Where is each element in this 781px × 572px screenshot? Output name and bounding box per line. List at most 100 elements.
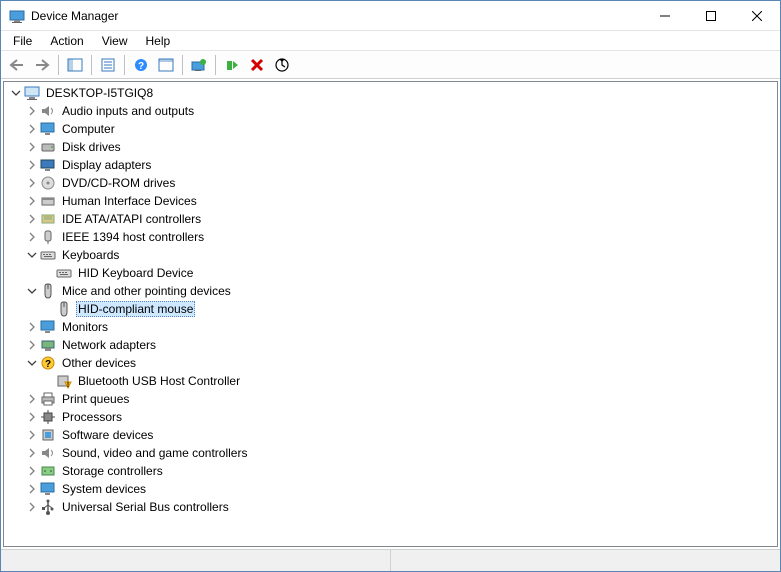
toolbar-separator <box>182 55 183 75</box>
collapsed-icon[interactable] <box>24 499 40 515</box>
tree-node-hid[interactable]: Human Interface Devices <box>4 192 777 210</box>
collapsed-icon[interactable] <box>24 139 40 155</box>
collapsed-icon[interactable] <box>24 481 40 497</box>
status-pane <box>1 550 391 571</box>
storage-controller-icon <box>40 463 56 479</box>
tree-node-keyboards[interactable]: Keyboards <box>4 246 777 264</box>
minimize-button[interactable] <box>642 1 688 31</box>
tree-label: Display adapters <box>60 158 153 172</box>
collapsed-icon[interactable] <box>24 445 40 461</box>
menubar: File Action View Help <box>1 31 780 51</box>
tree-node-mice[interactable]: Mice and other pointing devices <box>4 282 777 300</box>
toolbar-action-button[interactable] <box>154 54 178 76</box>
tree-node-processors[interactable]: Processors <box>4 408 777 426</box>
tree-node-hid-mouse[interactable]: HID-compliant mouse <box>4 300 777 318</box>
collapsed-icon[interactable] <box>24 319 40 335</box>
close-button[interactable] <box>734 1 780 31</box>
tree-root-node[interactable]: DESKTOP-I5TGIQ8 <box>4 84 777 102</box>
menu-view[interactable]: View <box>94 32 136 50</box>
collapsed-icon[interactable] <box>24 157 40 173</box>
tree-label: DVD/CD-ROM drives <box>60 176 177 190</box>
tree-node-monitors[interactable]: Monitors <box>4 318 777 336</box>
collapsed-icon[interactable] <box>24 463 40 479</box>
status-pane <box>391 550 780 571</box>
expanded-icon[interactable] <box>24 283 40 299</box>
hid-icon <box>40 193 56 209</box>
svg-text:?: ? <box>138 61 144 72</box>
expanded-icon[interactable] <box>24 247 40 263</box>
tree-node-dvd[interactable]: DVD/CD-ROM drives <box>4 174 777 192</box>
device-tree-pane[interactable]: DESKTOP-I5TGIQ8 Audio inputs and outputs… <box>3 81 778 547</box>
toolbar-enable-button[interactable] <box>220 54 244 76</box>
collapsed-icon[interactable] <box>24 391 40 407</box>
menu-help[interactable]: Help <box>138 32 179 50</box>
display-adapter-icon <box>40 157 56 173</box>
tree-node-computer[interactable]: Computer <box>4 120 777 138</box>
speaker-icon <box>40 103 56 119</box>
tree-label: Bluetooth USB Host Controller <box>76 374 242 388</box>
collapsed-icon[interactable] <box>24 103 40 119</box>
tree-label: Processors <box>60 410 124 424</box>
tree-node-storage[interactable]: Storage controllers <box>4 462 777 480</box>
collapsed-icon[interactable] <box>24 121 40 137</box>
tree-node-ieee1394[interactable]: IEEE 1394 host controllers <box>4 228 777 246</box>
tree-node-other[interactable]: ? Other devices <box>4 354 777 372</box>
menu-file[interactable]: File <box>5 32 40 50</box>
toolbar-scan-hardware-button[interactable] <box>270 54 294 76</box>
expanded-icon[interactable] <box>8 85 24 101</box>
toolbar-properties-button[interactable] <box>96 54 120 76</box>
mouse-icon <box>56 301 72 317</box>
printer-icon <box>40 391 56 407</box>
collapsed-icon[interactable] <box>24 409 40 425</box>
cpu-icon <box>40 409 56 425</box>
tree-label-selected: HID-compliant mouse <box>76 301 195 317</box>
expanded-icon[interactable] <box>24 355 40 371</box>
tree-root-label: DESKTOP-I5TGIQ8 <box>44 86 155 100</box>
maximize-button[interactable] <box>688 1 734 31</box>
tree-label: Sound, video and game controllers <box>60 446 249 460</box>
tree-label: Monitors <box>60 320 110 334</box>
toolbar-separator <box>58 55 59 75</box>
toolbar-forward-button[interactable] <box>30 54 54 76</box>
toolbar-separator <box>91 55 92 75</box>
toolbar-help-button[interactable]: ? <box>129 54 153 76</box>
tree-node-display[interactable]: Display adapters <box>4 156 777 174</box>
controller-icon <box>40 211 56 227</box>
tree-label: Human Interface Devices <box>60 194 199 208</box>
tree-node-sound[interactable]: Sound, video and game controllers <box>4 444 777 462</box>
network-icon <box>40 337 56 353</box>
tree-node-disk[interactable]: Disk drives <box>4 138 777 156</box>
toolbar-uninstall-button[interactable] <box>245 54 269 76</box>
collapsed-icon[interactable] <box>24 229 40 245</box>
tree-node-audio[interactable]: Audio inputs and outputs <box>4 102 777 120</box>
collapsed-icon[interactable] <box>24 337 40 353</box>
collapsed-icon[interactable] <box>24 427 40 443</box>
tree-node-software[interactable]: Software devices <box>4 426 777 444</box>
window-title: Device Manager <box>31 9 118 23</box>
tree-label: IDE ATA/ATAPI controllers <box>60 212 203 226</box>
toolbar-update-driver-button[interactable] <box>187 54 211 76</box>
toolbar-separator <box>215 55 216 75</box>
tree-node-bluetooth-usb[interactable]: ! Bluetooth USB Host Controller <box>4 372 777 390</box>
menu-action[interactable]: Action <box>42 32 91 50</box>
toolbar-back-button[interactable] <box>5 54 29 76</box>
tree-node-hid-keyboard[interactable]: HID Keyboard Device <box>4 264 777 282</box>
collapsed-icon[interactable] <box>24 211 40 227</box>
collapsed-icon[interactable] <box>24 193 40 209</box>
tree-node-usb[interactable]: Universal Serial Bus controllers <box>4 498 777 516</box>
software-icon <box>40 427 56 443</box>
tree-label: Other devices <box>60 356 138 370</box>
tree-node-ide[interactable]: IDE ATA/ATAPI controllers <box>4 210 777 228</box>
collapsed-icon[interactable] <box>24 175 40 191</box>
tree-node-printq[interactable]: Print queues <box>4 390 777 408</box>
toolbar-separator <box>124 55 125 75</box>
system-icon <box>40 481 56 497</box>
tree-node-network[interactable]: Network adapters <box>4 336 777 354</box>
tree-label: System devices <box>60 482 148 496</box>
tree-label: Disk drives <box>60 140 123 154</box>
monitor-icon <box>40 319 56 335</box>
tree-node-system[interactable]: System devices <box>4 480 777 498</box>
svg-text:?: ? <box>45 359 51 370</box>
toolbar: ? <box>1 51 780 79</box>
toolbar-show-hide-console-button[interactable] <box>63 54 87 76</box>
